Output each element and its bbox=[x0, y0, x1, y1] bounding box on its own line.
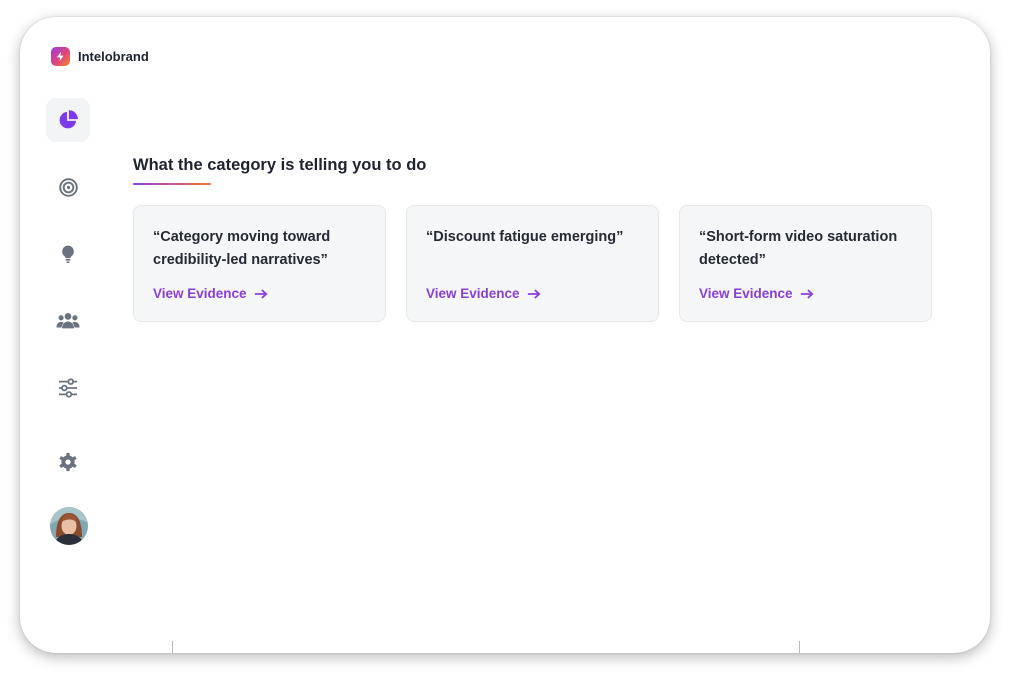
arrow-right-icon bbox=[800, 288, 814, 299]
card-quote: “Discount fatigue emerging” bbox=[426, 229, 624, 245]
pie-chart-icon bbox=[59, 110, 78, 129]
insight-card: “Category moving toward credibility-led … bbox=[133, 205, 386, 322]
sidebar-item-insights[interactable] bbox=[46, 98, 90, 142]
gear-icon bbox=[59, 452, 77, 472]
view-evidence-link[interactable]: View Evidence bbox=[153, 286, 268, 301]
sidebar-item-targets[interactable] bbox=[46, 165, 90, 209]
view-evidence-label: View Evidence bbox=[153, 286, 247, 301]
lightning-bolt-icon bbox=[51, 47, 70, 66]
users-icon bbox=[56, 313, 80, 329]
sidebar-item-filters[interactable] bbox=[46, 366, 90, 410]
arrow-right-icon bbox=[254, 288, 268, 299]
brand-name: Intelobrand bbox=[78, 49, 149, 64]
sidebar-item-audience[interactable] bbox=[46, 299, 90, 343]
view-evidence-link[interactable]: View Evidence bbox=[699, 286, 814, 301]
app-window: Intelobrand What the category is telling… bbox=[20, 17, 990, 653]
sidebar-item-ideas[interactable] bbox=[46, 232, 90, 276]
view-evidence-label: View Evidence bbox=[699, 286, 793, 301]
sidebar-item-settings[interactable] bbox=[46, 440, 90, 484]
target-icon bbox=[58, 177, 78, 197]
view-evidence-link[interactable]: View Evidence bbox=[426, 286, 541, 301]
insight-card: “Discount fatigue emerging” View Evidenc… bbox=[406, 205, 659, 322]
lightbulb-icon bbox=[62, 245, 74, 263]
title-underline bbox=[133, 183, 211, 185]
brand[interactable]: Intelobrand bbox=[51, 47, 149, 66]
section-title: What the category is telling you to do bbox=[133, 156, 427, 174]
card-quote: “Category moving toward credibility-led … bbox=[153, 229, 331, 268]
user-avatar[interactable] bbox=[50, 507, 88, 545]
card-quote: “Short-form video saturation detected” bbox=[699, 229, 898, 268]
arrow-right-icon bbox=[527, 288, 541, 299]
divider-tick-left bbox=[172, 641, 173, 653]
view-evidence-label: View Evidence bbox=[426, 286, 520, 301]
sliders-icon bbox=[58, 378, 78, 398]
insight-card: “Short-form video saturation detected” V… bbox=[679, 205, 932, 322]
divider-tick-right bbox=[799, 641, 800, 653]
